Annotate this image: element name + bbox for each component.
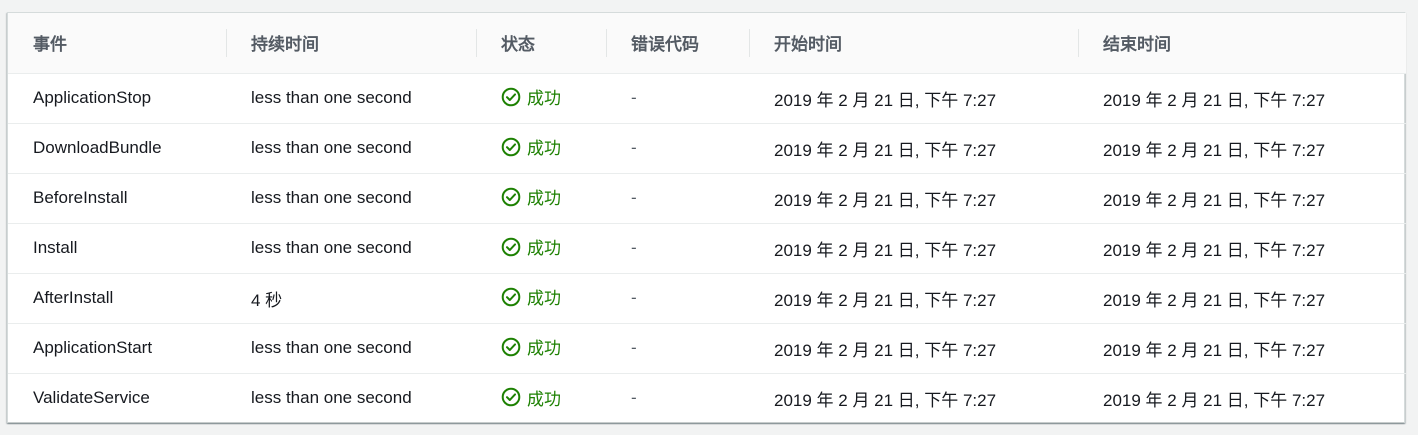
table-row: ApplicationStop less than one second 成功 … [8,73,1406,124]
status-badge: 成功 [501,385,561,410]
event-name-cell: BeforeInstall [8,173,226,224]
start-time-cell: 2019 年 2 月 21 日, 下午 7:27 [749,123,1078,174]
status-label: 成功 [527,189,561,209]
event-name-cell: ApplicationStop [8,73,226,124]
status-badge: 成功 [501,184,561,209]
error-code-cell: - [606,273,749,324]
check-circle-icon [501,287,521,307]
end-time-cell: 2019 年 2 月 21 日, 下午 7:27 [1078,123,1406,174]
duration-cell: less than one second [226,223,476,274]
error-code-cell: - [606,73,749,124]
column-header-status[interactable]: 状态 [476,13,606,74]
error-code-cell: - [606,323,749,374]
table-row: BeforeInstall less than one second 成功 - … [8,173,1406,224]
check-circle-icon [501,187,521,207]
duration-cell: less than one second [251,388,412,408]
status-label: 成功 [527,389,561,409]
error-code-cell: - [606,123,749,174]
error-code-cell: - [631,388,637,408]
end-time-cell: 2019 年 2 月 21 日, 下午 7:27 [1078,73,1406,124]
status-label: 成功 [527,339,561,359]
start-time-cell: 2019 年 2 月 21 日, 下午 7:27 [749,323,1078,374]
duration-cell: less than one second [226,73,476,124]
status-cell: 成功 [476,273,606,324]
end-time-cell: 2019 年 2 月 21 日, 下午 7:27 [1103,390,1326,410]
event-name-cell: AfterInstall [8,273,226,324]
column-header-error-code[interactable]: 错误代码 [606,13,749,74]
table-row: Install less than one second 成功 - 2019 年… [8,223,1406,274]
event-name-cell: Install [8,223,226,274]
table-body: ApplicationStop less than one second 成功 … [8,73,1406,423]
duration-cell: less than one second [226,323,476,374]
status-badge: 成功 [501,284,561,309]
duration-cell: less than one second [226,123,476,174]
column-header-event[interactable]: 事件 [8,13,226,74]
status-badge: 成功 [501,334,561,359]
start-time-cell: 2019 年 2 月 21 日, 下午 7:27 [749,73,1078,124]
table-row: ApplicationStart less than one second 成功… [8,323,1406,374]
table-row: ValidateService less than one second 成功 … [8,373,1406,423]
column-header-start-time[interactable]: 开始时间 [749,13,1078,74]
lifecycle-events-table: 事件 持续时间 状态 错误代码 开始时间 结束时间 ApplicationSto… [8,13,1406,423]
status-cell: 成功 [476,223,606,274]
lifecycle-events-panel: 事件 持续时间 状态 错误代码 开始时间 结束时间 ApplicationSto… [7,12,1406,423]
check-circle-icon [501,337,521,357]
check-circle-icon [501,137,521,157]
status-badge: 成功 [501,134,561,159]
check-circle-icon [501,387,521,407]
check-circle-icon [501,87,521,107]
event-name-cell: ApplicationStart [8,323,226,374]
end-time-cell: 2019 年 2 月 21 日, 下午 7:27 [1078,323,1406,374]
start-time-cell: 2019 年 2 月 21 日, 下午 7:27 [749,223,1078,274]
table-row: AfterInstall 4 秒 成功 - 2019 年 2 月 21 日, 下… [8,273,1406,324]
error-code-cell: - [606,223,749,274]
table-header-row: 事件 持续时间 状态 错误代码 开始时间 结束时间 [8,13,1406,74]
status-cell: 成功 [476,373,606,423]
status-badge: 成功 [501,234,561,259]
status-cell: 成功 [476,323,606,374]
status-cell: 成功 [476,73,606,124]
status-label: 成功 [527,89,561,109]
status-badge: 成功 [501,84,561,109]
check-circle-icon [501,237,521,257]
event-name-cell: DownloadBundle [8,123,226,174]
status-cell: 成功 [476,173,606,224]
error-code-cell: - [606,173,749,224]
column-header-end-time[interactable]: 结束时间 [1078,13,1406,74]
duration-cell: less than one second [226,173,476,224]
column-header-duration[interactable]: 持续时间 [226,13,476,74]
start-time-cell: 2019 年 2 月 21 日, 下午 7:27 [749,173,1078,224]
table-row: DownloadBundle less than one second 成功 -… [8,123,1406,174]
start-time-cell: 2019 年 2 月 21 日, 下午 7:27 [749,273,1078,324]
status-label: 成功 [527,289,561,309]
status-label: 成功 [527,139,561,159]
duration-cell: 4 秒 [226,273,476,324]
status-cell: 成功 [476,123,606,174]
end-time-cell: 2019 年 2 月 21 日, 下午 7:27 [1078,273,1406,324]
end-time-cell: 2019 年 2 月 21 日, 下午 7:27 [1078,173,1406,224]
event-name-cell: ValidateService [33,388,150,408]
start-time-cell: 2019 年 2 月 21 日, 下午 7:27 [774,390,997,410]
status-label: 成功 [527,239,561,259]
end-time-cell: 2019 年 2 月 21 日, 下午 7:27 [1078,223,1406,274]
